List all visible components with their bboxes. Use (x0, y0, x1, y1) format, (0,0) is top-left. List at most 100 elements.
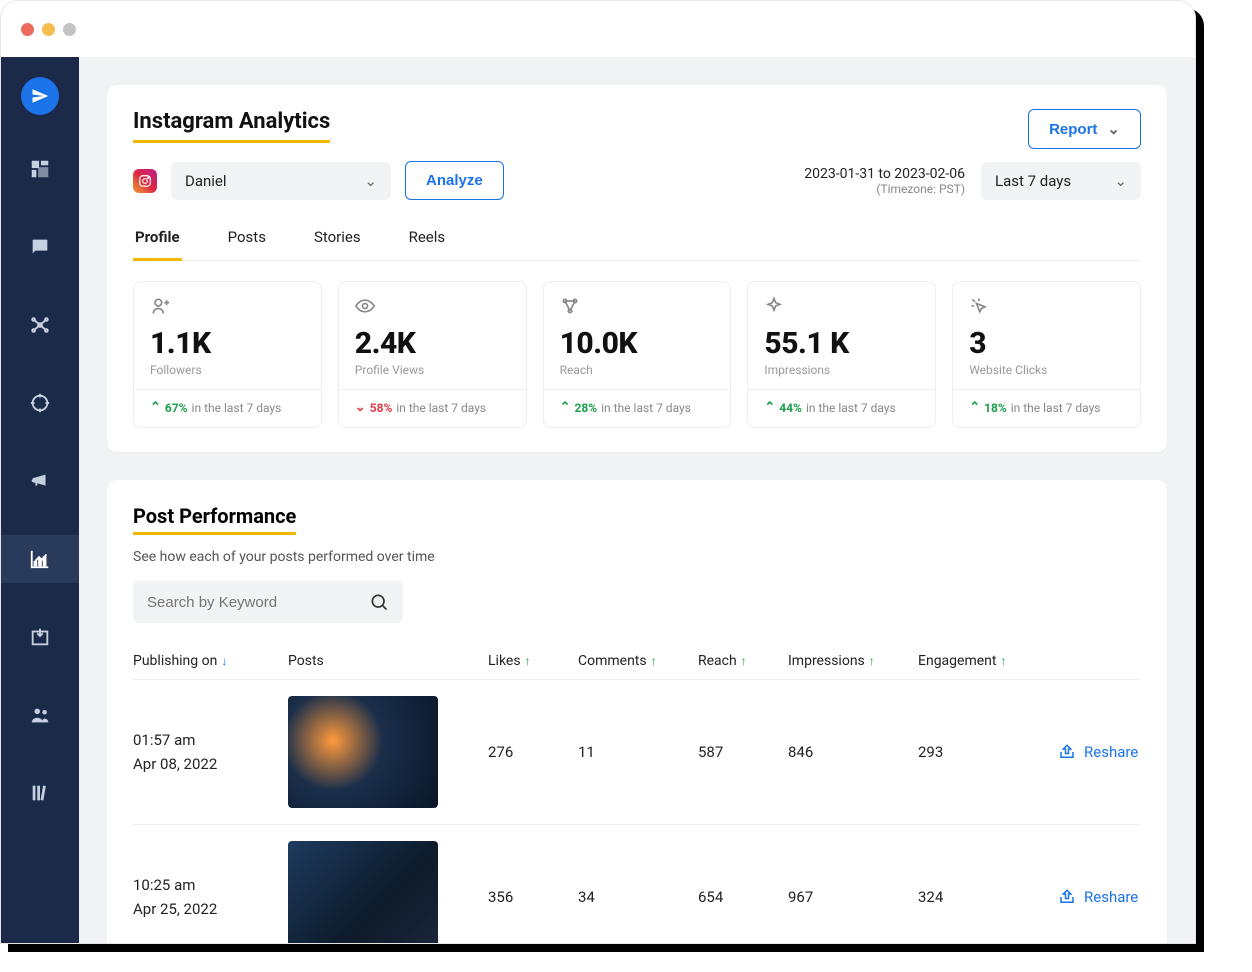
window-minimize-icon[interactable] (42, 23, 55, 36)
nav-library[interactable] (1, 769, 79, 817)
date-range-select[interactable]: Last 7 days ⌄ (981, 162, 1141, 200)
stat-delta: 28% (575, 401, 598, 415)
megaphone-icon (29, 470, 51, 492)
share-icon (1058, 888, 1076, 906)
post-performance-card: Post Performance See how each of your po… (107, 480, 1167, 943)
nav-team[interactable] (1, 691, 79, 739)
tab-stories[interactable]: Stories (312, 218, 363, 260)
arrow-up-icon: ⌃ (560, 400, 571, 415)
report-button[interactable]: Report ⌄ (1028, 109, 1141, 149)
sort-up-icon: ↑ (525, 654, 531, 668)
stat-label: Reach (560, 363, 715, 377)
stat-delta: 44% (779, 401, 802, 415)
cell-impressions: 846 (788, 743, 918, 761)
chevron-down-icon: ⌄ (364, 172, 377, 190)
stat-period: in the last 7 days (601, 401, 691, 415)
analyze-button[interactable]: Analyze (405, 161, 504, 200)
section-subtitle: See how each of your posts performed ove… (133, 549, 1141, 565)
stat-value: 3 (969, 326, 1124, 361)
tab-reels[interactable]: Reels (407, 218, 448, 260)
stat-value: 1.1K (150, 326, 305, 361)
cell-date: Apr 25, 2022 (133, 900, 288, 918)
instagram-icon (133, 169, 157, 193)
chevron-down-icon: ⌄ (1107, 120, 1120, 138)
library-icon (29, 782, 51, 804)
nav-target[interactable] (1, 379, 79, 427)
stat-label: Impressions (764, 363, 919, 377)
date-range-text: 2023-01-31 to 2023-02-06 (804, 166, 965, 182)
stat-period: in the last 7 days (396, 401, 486, 415)
cell-engagement: 293 (918, 743, 1058, 761)
user-icon (150, 296, 305, 320)
profile-select-value: Daniel (185, 172, 227, 190)
search-input[interactable] (133, 581, 403, 623)
analyze-button-label: Analyze (426, 172, 483, 189)
post-thumbnail (288, 696, 438, 808)
eye-icon (355, 296, 510, 320)
section-title: Post Performance (133, 504, 296, 535)
posts-table: Publishing on↓ Posts Likes↑ Comments↑ Re… (133, 643, 1141, 943)
stat-delta: 58% (370, 401, 393, 415)
cursor-click-icon (969, 296, 1124, 320)
nav-campaigns[interactable] (1, 457, 79, 505)
tab-profile[interactable]: Profile (133, 218, 182, 261)
reshare-button[interactable]: Reshare (1058, 743, 1168, 761)
stat-followers: 1.1K Followers ⌃67%in the last 7 days (133, 281, 322, 428)
app-body: Instagram Analytics Report ⌄ Daniel ⌄ (1, 57, 1195, 943)
stats-row: 1.1K Followers ⌃ 67% in the last 7 days 2.… (133, 281, 1141, 428)
date-range: 2023-01-31 to 2023-02-06 (Timezone: PST) (804, 166, 965, 196)
inbox-icon (29, 626, 51, 648)
arrow-up-icon: ⌃ (150, 400, 161, 415)
cell-reach: 587 (698, 743, 788, 761)
timezone-text: (Timezone: PST) (804, 182, 965, 196)
cell-likes: 276 (488, 743, 578, 761)
col-impressions[interactable]: Impressions↑ (788, 653, 918, 669)
nav-network[interactable] (1, 301, 79, 349)
profile-select[interactable]: Daniel ⌄ (171, 162, 391, 200)
stat-delta: 67% (165, 401, 188, 415)
col-publishing-on[interactable]: Publishing on↓ (133, 653, 288, 669)
arrow-down-icon: ⌄ (355, 400, 366, 415)
crosshair-icon (29, 392, 51, 414)
col-engagement[interactable]: Engagement↑ (918, 653, 1058, 669)
cell-likes: 356 (488, 888, 578, 906)
stat-value: 10.0K (560, 326, 715, 361)
arrow-up-icon: ⌃ (764, 400, 775, 415)
stat-period: in the last 7 days (1011, 401, 1101, 415)
cell-thumbnail[interactable] (288, 841, 488, 943)
tab-posts[interactable]: Posts (226, 218, 268, 260)
search-field[interactable] (147, 594, 347, 611)
cell-publishing: 01:57 am Apr 08, 2022 (133, 731, 288, 773)
nav-dashboard[interactable] (1, 145, 79, 193)
nav-analytics[interactable] (1, 535, 79, 583)
col-posts[interactable]: Posts (288, 653, 488, 669)
date-range-select-value: Last 7 days (995, 172, 1071, 190)
report-button-label: Report (1049, 121, 1097, 138)
window-maximize-icon[interactable] (63, 23, 76, 36)
window-titlebar (1, 1, 1195, 57)
col-comments[interactable]: Comments↑ (578, 653, 698, 669)
arrow-up-icon: ⌃ (969, 400, 980, 415)
post-thumbnail (288, 841, 438, 943)
paper-plane-icon (31, 87, 49, 105)
nav-messages[interactable] (1, 223, 79, 271)
sort-up-icon: ↑ (1000, 654, 1006, 668)
stat-value: 2.4K (355, 326, 510, 361)
chevron-down-icon: ⌄ (1114, 172, 1127, 190)
search-icon (369, 592, 389, 612)
window-close-icon[interactable] (21, 23, 34, 36)
reshare-label: Reshare (1084, 888, 1138, 906)
col-likes[interactable]: Likes↑ (488, 653, 578, 669)
col-reach[interactable]: Reach↑ (698, 653, 788, 669)
stat-period: in the last 7 days (806, 401, 896, 415)
sort-up-icon: ↑ (651, 654, 657, 668)
reshare-button[interactable]: Reshare (1058, 888, 1168, 906)
cell-thumbnail[interactable] (288, 696, 488, 808)
stat-label: Followers (150, 363, 305, 377)
main-content: Instagram Analytics Report ⌄ Daniel ⌄ (79, 57, 1195, 943)
cell-engagement: 324 (918, 888, 1058, 906)
cell-reach: 654 (698, 888, 788, 906)
stat-delta: 18% (984, 401, 1007, 415)
app-logo[interactable] (21, 77, 59, 115)
nav-inbox[interactable] (1, 613, 79, 661)
